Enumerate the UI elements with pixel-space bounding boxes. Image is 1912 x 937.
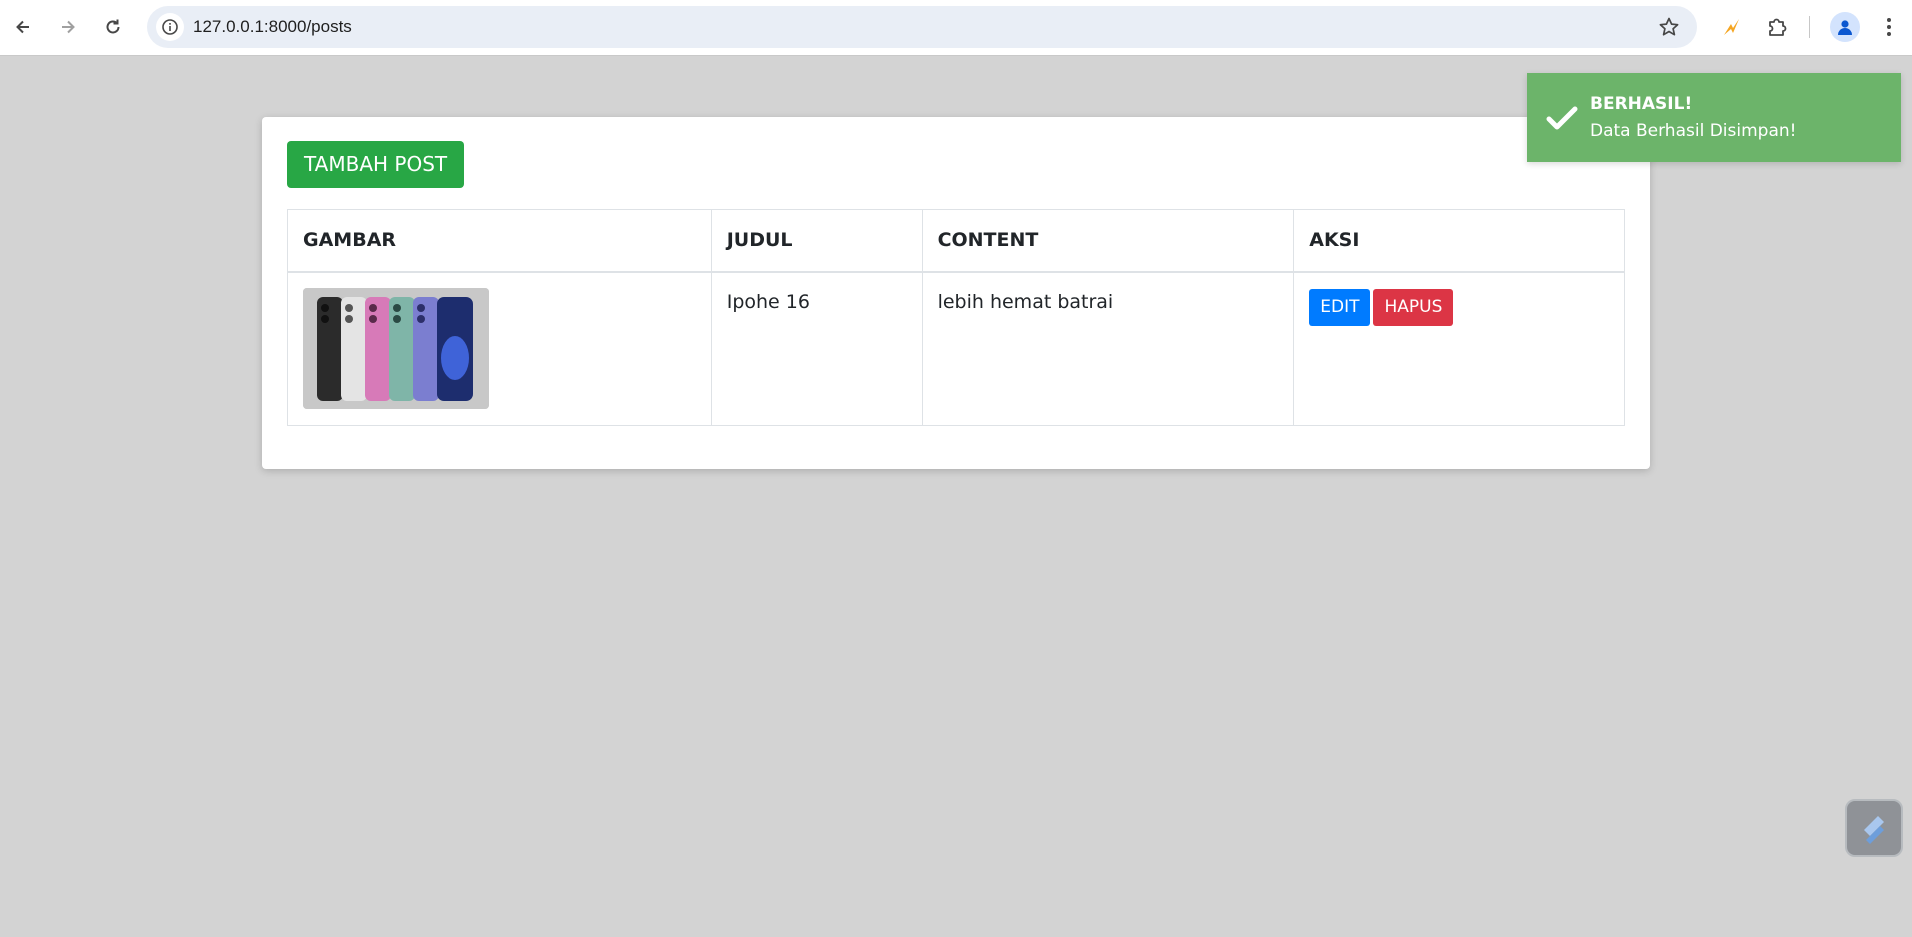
column-header-aksi: AKSI [1293, 209, 1625, 273]
post-judul-cell: Ipohe 16 [710, 271, 923, 426]
floating-tool-button[interactable] [1845, 799, 1903, 857]
site-info-icon[interactable] [156, 13, 184, 41]
column-header-gambar: GAMBAR [287, 209, 712, 273]
toast-title: BERHASIL! [1590, 94, 1693, 114]
reload-button[interactable] [95, 9, 131, 45]
table-row: Ipohe 16 lebih hemat batrai EDIT HAPUS [287, 271, 1625, 426]
floating-tool-icon [1864, 816, 1884, 844]
extension-lightning-icon[interactable] [1716, 12, 1746, 42]
delete-button[interactable]: HAPUS [1373, 288, 1454, 326]
post-actions-cell: EDIT HAPUS [1293, 271, 1625, 426]
browser-toolbar: 127.0.0.1:8000/posts [0, 0, 1912, 56]
checkmark-icon [1546, 106, 1578, 130]
more-vert-icon[interactable] [1874, 12, 1904, 42]
posts-card: TAMBAH POST GAMBAR JUDUL CONTENT AKSI Ip… [262, 117, 1650, 469]
forward-arrow-icon [62, 20, 75, 34]
toolbar-divider [1809, 16, 1810, 38]
post-image-cell [287, 271, 712, 426]
profile-avatar-icon[interactable] [1830, 12, 1860, 42]
posts-table: GAMBAR JUDUL CONTENT AKSI Ipohe 16 lebih… [287, 209, 1625, 426]
extensions-puzzle-icon[interactable] [1762, 12, 1792, 42]
column-header-content: CONTENT [921, 209, 1295, 273]
reload-icon [106, 19, 120, 34]
table-header-row: GAMBAR JUDUL CONTENT AKSI [287, 209, 1625, 273]
url-text: 127.0.0.1:8000/posts [193, 17, 352, 36]
post-image [303, 287, 489, 409]
forward-button[interactable] [50, 9, 86, 45]
bookmark-star-icon[interactable] [1657, 15, 1681, 39]
edit-button[interactable]: EDIT [1309, 288, 1371, 326]
success-toast[interactable]: BERHASIL! Data Berhasil Disimpan! [1527, 73, 1901, 162]
back-arrow-icon [16, 20, 29, 34]
add-post-button[interactable]: TAMBAH POST [287, 141, 465, 188]
post-content-cell: lebih hemat batrai [921, 271, 1295, 426]
toast-message: Data Berhasil Disimpan! [1590, 121, 1797, 141]
back-button[interactable] [5, 9, 41, 45]
address-bar[interactable]: 127.0.0.1:8000/posts [147, 6, 1697, 48]
column-header-judul: JUDUL [710, 209, 923, 273]
